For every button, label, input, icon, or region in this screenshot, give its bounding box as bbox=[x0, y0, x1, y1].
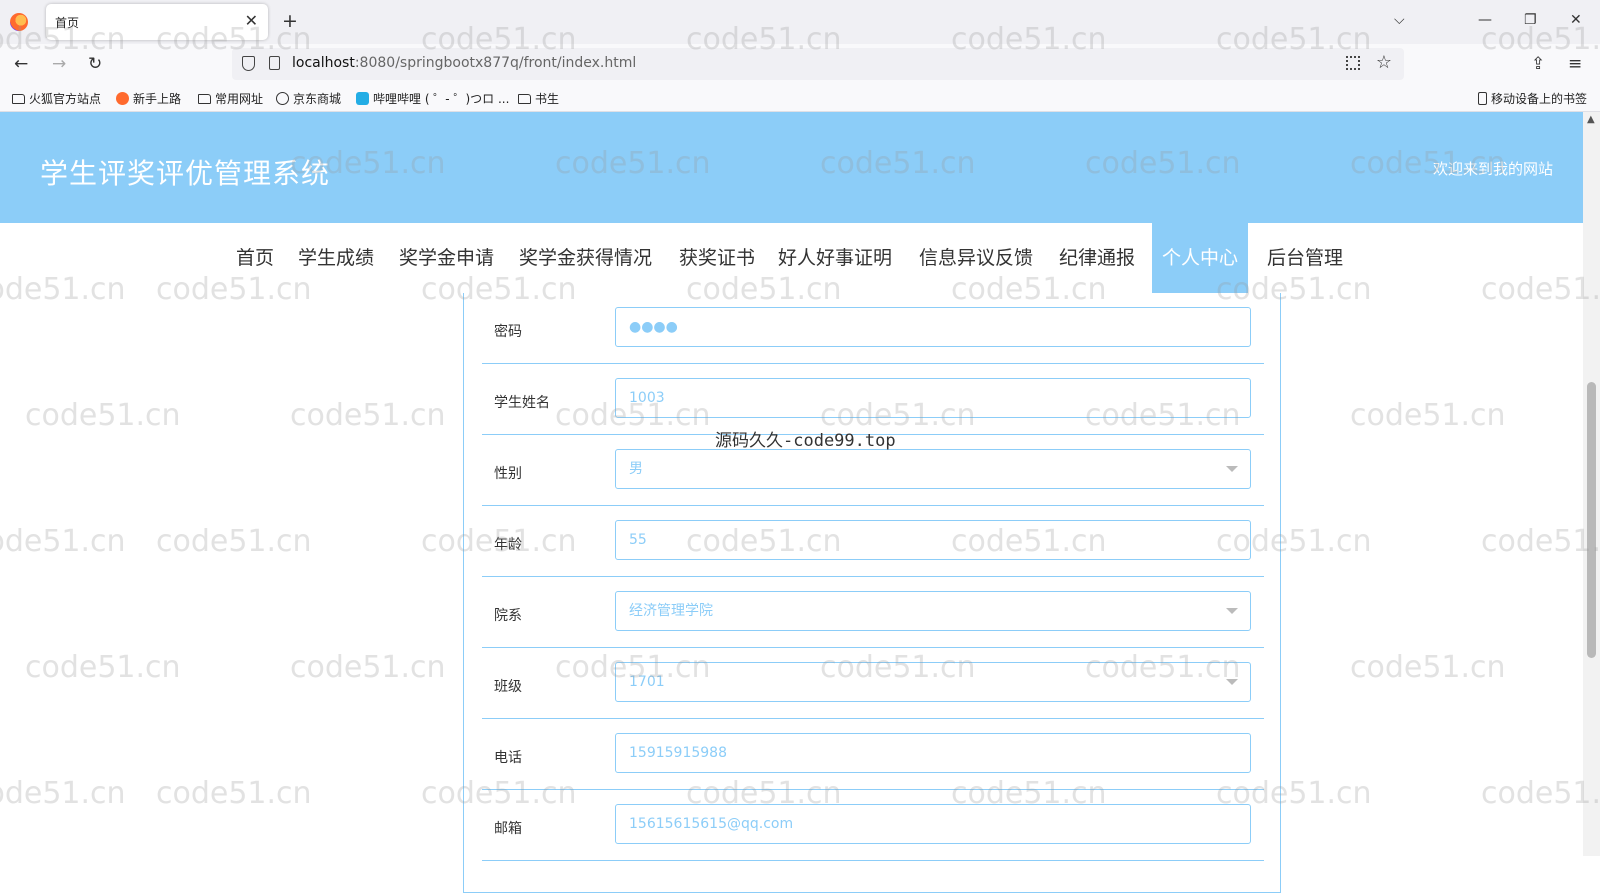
password-label: 密码 bbox=[494, 324, 522, 340]
menu-item-scores[interactable]: 学生成绩 bbox=[298, 223, 374, 293]
page-info-icon[interactable] bbox=[269, 56, 280, 70]
bookmark-item[interactable]: 哔哩哔哩 ( ゜- ゜)つロ ... bbox=[356, 90, 509, 107]
watermark: code51.cn bbox=[1350, 650, 1506, 685]
bookmark-item[interactable]: 火狐官方站点 bbox=[12, 90, 101, 107]
form-row-name: 学生姓名 1003 bbox=[482, 364, 1264, 435]
center-watermark: 源码久久-code99.top bbox=[715, 431, 896, 451]
reload-icon[interactable]: ↻ bbox=[88, 54, 102, 74]
chevron-down-icon[interactable] bbox=[1226, 466, 1238, 472]
url-bar[interactable]: localhost:8080/springbootx877q/front/ind… bbox=[232, 48, 1404, 80]
watermark: code51.cn bbox=[0, 776, 126, 811]
menu-icon[interactable]: ≡ bbox=[1568, 54, 1582, 74]
site-header: 学生评奖评优管理系统 欢迎来到我的网站 bbox=[0, 112, 1583, 223]
age-input[interactable]: 55 bbox=[615, 520, 1251, 560]
qr-code-icon[interactable] bbox=[1346, 56, 1360, 70]
watermark: code51.cn bbox=[290, 650, 446, 685]
window-close-icon[interactable]: ✕ bbox=[1570, 12, 1582, 28]
chevron-up-icon[interactable]: ▲ bbox=[1587, 114, 1595, 125]
menu-item-discipline[interactable]: 纪律通报 bbox=[1059, 223, 1135, 293]
bookmark-item[interactable]: 新手上路 bbox=[116, 90, 181, 107]
folder-icon bbox=[12, 93, 25, 104]
extensions-icon[interactable]: ⇪ bbox=[1531, 54, 1545, 74]
email-input[interactable]: 15615615615@qq.com bbox=[615, 804, 1251, 844]
watermark: code51.cn bbox=[25, 650, 181, 685]
tab-title: 首页 bbox=[55, 16, 80, 30]
browser-tab[interactable]: 首页 ✕ bbox=[46, 4, 268, 40]
firefox-icon bbox=[116, 92, 129, 105]
email-label: 邮箱 bbox=[494, 821, 522, 837]
watermark: code51.cn bbox=[25, 398, 181, 433]
main-menu: 首页 学生成绩 奖学金申请 奖学金获得情况 获奖证书 好人好事证明 信息异议反馈… bbox=[0, 223, 1583, 293]
folder-icon bbox=[198, 93, 211, 104]
password-input[interactable]: ●●●● bbox=[615, 307, 1251, 347]
close-icon[interactable]: ✕ bbox=[245, 11, 258, 30]
restore-icon[interactable]: ❐ bbox=[1524, 12, 1537, 28]
bookmark-item[interactable]: 京东商城 bbox=[276, 90, 341, 107]
menu-item-home[interactable]: 首页 bbox=[236, 223, 274, 293]
browser-nav-bar: ← → ↻ localhost:8080/springbootx877q/fro… bbox=[0, 44, 1600, 84]
menu-item-feedback[interactable]: 信息异议反馈 bbox=[919, 223, 1033, 293]
bookmarks-bar: 火狐官方站点 新手上路 常用网址 京东商城 哔哩哔哩 ( ゜- ゜)つロ ...… bbox=[0, 84, 1600, 112]
phone-icon bbox=[1478, 92, 1487, 105]
age-label: 年龄 bbox=[494, 537, 522, 553]
form-row-class: 班级 1701 bbox=[482, 648, 1264, 719]
form-row-age: 年龄 55 bbox=[482, 506, 1264, 577]
profile-form: 密码 ●●●● 学生姓名 1003 性别 男 年龄 55 院系 经济管理学院 班… bbox=[463, 293, 1281, 893]
new-tab-icon[interactable]: + bbox=[282, 10, 298, 32]
gender-select[interactable]: 男 bbox=[615, 449, 1251, 489]
watermark: code51.cn bbox=[0, 524, 126, 559]
watermark: code51.cn bbox=[290, 398, 446, 433]
forward-icon[interactable]: → bbox=[52, 54, 66, 74]
menu-item-good-deeds[interactable]: 好人好事证明 bbox=[778, 223, 892, 293]
bilibili-icon bbox=[356, 92, 369, 105]
class-label: 班级 bbox=[494, 679, 522, 695]
watermark: code51.cn bbox=[1350, 398, 1506, 433]
department-select[interactable]: 经济管理学院 bbox=[615, 591, 1251, 631]
back-icon[interactable]: ← bbox=[14, 54, 28, 74]
welcome-text: 欢迎来到我的网站 bbox=[1432, 160, 1553, 178]
gender-label: 性别 bbox=[494, 466, 522, 482]
scroll-thumb[interactable] bbox=[1587, 382, 1596, 658]
menu-item-scholarship-apply[interactable]: 奖学金申请 bbox=[399, 223, 494, 293]
firefox-icon bbox=[10, 13, 28, 31]
globe-icon bbox=[276, 92, 289, 105]
folder-icon bbox=[518, 93, 531, 104]
form-row-phone: 电话 15915915988 bbox=[482, 719, 1264, 790]
site-title: 学生评奖评优管理系统 bbox=[40, 157, 331, 190]
mobile-bookmarks[interactable]: 移动设备上的书签 bbox=[1478, 90, 1587, 107]
bookmark-item[interactable]: 常用网址 bbox=[198, 90, 263, 107]
class-select[interactable]: 1701 bbox=[615, 662, 1251, 702]
bookmark-item[interactable]: 书生 bbox=[518, 90, 559, 107]
chevron-down-icon[interactable]: ⌵ bbox=[1394, 12, 1405, 28]
phone-input[interactable]: 15915915988 bbox=[615, 733, 1251, 773]
chevron-down-icon[interactable] bbox=[1226, 608, 1238, 614]
page-scrollbar[interactable]: ▲ bbox=[1583, 112, 1600, 856]
menu-item-profile[interactable]: 个人中心 bbox=[1152, 223, 1249, 293]
url-text[interactable]: localhost:8080/springbootx877q/front/ind… bbox=[292, 55, 636, 71]
watermark: code51.cn bbox=[156, 524, 312, 559]
star-icon[interactable]: ☆ bbox=[1376, 52, 1392, 73]
name-input[interactable]: 1003 bbox=[615, 378, 1251, 418]
menu-item-scholarship-results[interactable]: 奖学金获得情况 bbox=[519, 223, 652, 293]
minimize-icon[interactable]: — bbox=[1478, 12, 1492, 28]
shield-icon[interactable] bbox=[242, 56, 255, 71]
name-label: 学生姓名 bbox=[494, 395, 550, 411]
menu-item-admin[interactable]: 后台管理 bbox=[1267, 223, 1343, 293]
department-label: 院系 bbox=[494, 608, 522, 624]
browser-tab-bar: 首页 ✕ + ⌵ — ❐ ✕ bbox=[0, 0, 1600, 44]
phone-label: 电话 bbox=[494, 750, 522, 766]
chevron-down-icon[interactable] bbox=[1226, 679, 1238, 685]
watermark: code51.cn bbox=[156, 776, 312, 811]
form-row-department: 院系 经济管理学院 bbox=[482, 577, 1264, 648]
form-row-password: 密码 ●●●● bbox=[482, 293, 1264, 364]
menu-item-certificates[interactable]: 获奖证书 bbox=[679, 223, 755, 293]
form-row-email: 邮箱 15615615615@qq.com bbox=[482, 790, 1264, 861]
